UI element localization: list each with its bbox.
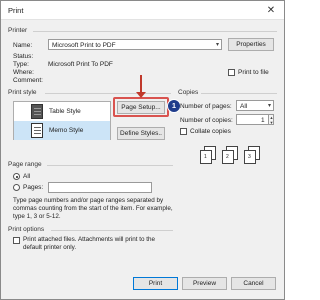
style-item-memo[interactable]: Memo Style [14, 121, 110, 140]
number-of-copies-label: Number of copies: [180, 117, 233, 124]
copies-divider [201, 93, 277, 94]
printer-name-select[interactable]: Microsoft Print to PDF ▾ [48, 39, 222, 50]
page-range-divider [47, 165, 173, 166]
collate-page-icon: 1 [200, 150, 212, 164]
print-attached-label: Print attached files. Attachments will p… [23, 236, 155, 251]
step-badge: 1 [167, 99, 181, 113]
page-setup-highlight [113, 97, 169, 117]
print-style-divider [45, 93, 171, 94]
printer-group-label: Printer [8, 27, 28, 34]
print-style-list: Table Style Memo Style [13, 101, 111, 140]
print-options-divider [51, 230, 173, 231]
collate-page-icon: 2 [222, 150, 234, 164]
preview-button[interactable]: Preview [182, 277, 227, 290]
page-range-pages-label: Pages: [23, 184, 44, 191]
number-of-pages-select[interactable]: All ▾ [236, 100, 274, 111]
where-label: Where: [13, 69, 34, 76]
copies-spinner[interactable]: ▲ ▼ [268, 114, 274, 125]
title-bar: Print ✕ [1, 1, 284, 20]
printer-name-value: Microsoft Print to PDF [52, 41, 116, 49]
print-to-file-checkbox[interactable] [228, 69, 235, 76]
type-label: Type: [13, 61, 29, 68]
number-of-copies-input[interactable]: 1 [236, 114, 269, 125]
print-to-file-label: Print to file [238, 69, 269, 76]
table-style-icon [31, 104, 43, 119]
status-label: Status: [13, 53, 34, 60]
print-button[interactable]: Print [133, 277, 178, 290]
chevron-down-icon: ▾ [267, 103, 271, 109]
page-range-all-radio[interactable] [13, 173, 20, 180]
style-item-label: Table Style [49, 108, 81, 115]
collate-label: Collate copies [190, 128, 231, 135]
comment-label: Comment: [13, 77, 43, 84]
print-attached-checkbox[interactable] [13, 237, 20, 244]
pages-input[interactable] [48, 182, 152, 193]
page-range-group-label: Page range [8, 161, 42, 168]
copies-group-label: Copies [178, 89, 199, 96]
page-range-all-label: All [23, 173, 31, 180]
number-of-pages-value: All [240, 102, 248, 110]
page-range-pages-radio[interactable] [13, 184, 20, 191]
arrow-head-icon [136, 92, 146, 98]
collate-checkbox[interactable] [180, 128, 187, 135]
print-style-group-label: Print style [8, 89, 37, 96]
page-range-help-text: Type page numbers and/or page ranges sep… [13, 197, 173, 220]
spin-down-icon[interactable]: ▼ [269, 120, 274, 125]
memo-style-icon [31, 123, 43, 138]
print-dialog: Print ✕ Printer Name: Microsoft Print to… [0, 0, 285, 300]
cancel-button[interactable]: Cancel [231, 277, 276, 290]
type-value: Microsoft Print To PDF [48, 61, 113, 68]
window-title: Print [8, 6, 24, 15]
chevron-down-icon: ▾ [215, 42, 219, 48]
properties-button[interactable]: Properties [228, 38, 274, 51]
style-item-label: Memo Style [49, 127, 84, 134]
collate-page-icon: 3 [244, 150, 256, 164]
print-options-group-label: Print options [8, 226, 45, 233]
style-item-table[interactable]: Table Style [14, 102, 110, 121]
define-styles-button[interactable]: Define Styles.. [117, 127, 165, 140]
printer-group-divider [33, 31, 277, 32]
close-icon[interactable]: ✕ [264, 4, 278, 17]
printer-name-label: Name: [13, 42, 33, 49]
number-of-pages-label: Number of pages: [180, 103, 232, 110]
